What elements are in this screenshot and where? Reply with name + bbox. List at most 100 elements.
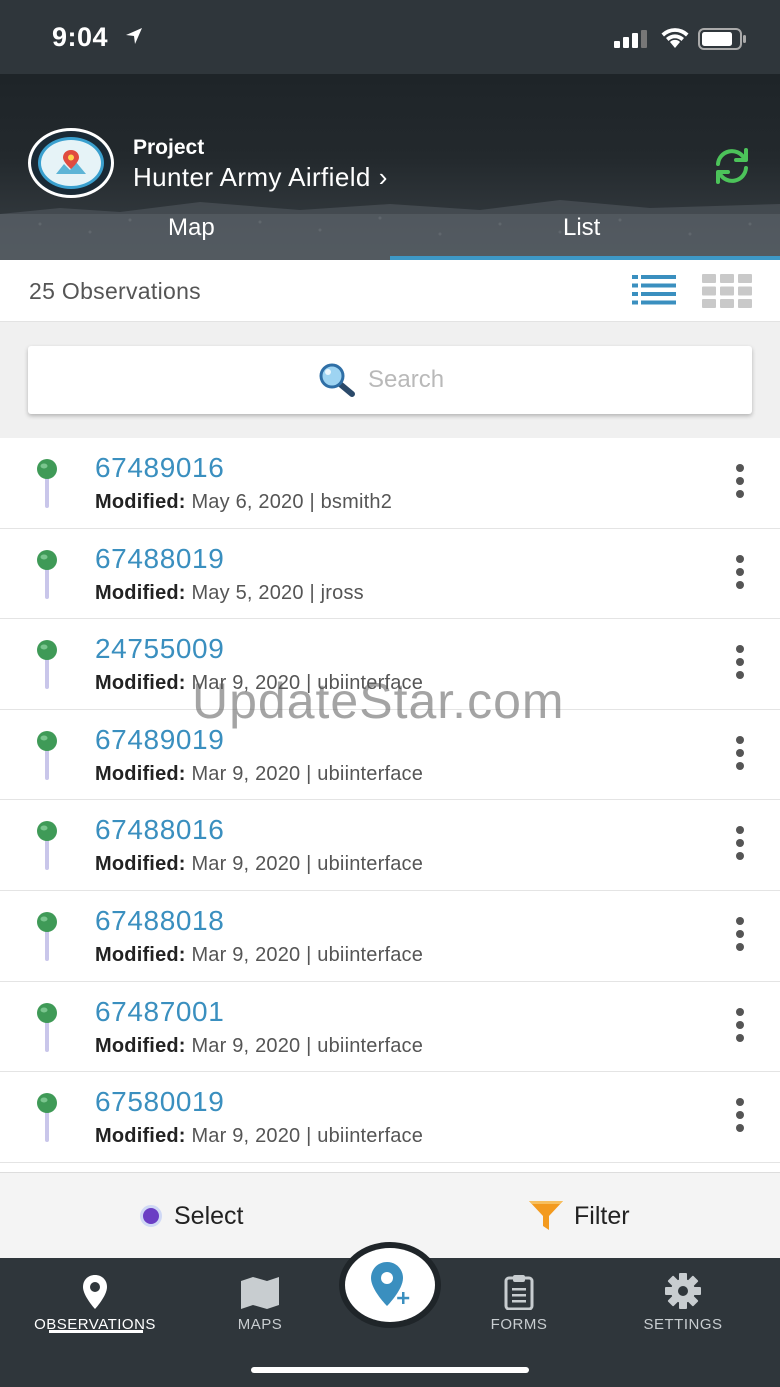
more-options-button[interactable] — [726, 1098, 754, 1138]
select-button[interactable]: Select — [140, 1199, 243, 1233]
modified-value: May 6, 2020 | bsmith2 — [191, 491, 393, 513]
observation-id[interactable]: 67487001 — [95, 996, 224, 1028]
project-selector[interactable]: Hunter Army Airfield › — [133, 162, 388, 193]
more-vertical-icon — [736, 645, 744, 654]
status-time: 9:04 — [52, 22, 109, 52]
filter-button[interactable]: Filter — [528, 1197, 630, 1235]
observation-id[interactable]: 67488019 — [95, 543, 224, 575]
search-input[interactable] — [368, 358, 728, 402]
observation-id[interactable]: 67488016 — [95, 814, 224, 846]
wifi-icon — [661, 28, 689, 48]
modified-label: Modified: — [95, 943, 186, 966]
tab-map[interactable]: Map — [0, 214, 390, 256]
more-options-button[interactable] — [726, 826, 754, 866]
observation-row[interactable]: 67487001 Modified: Mar 9, 2020 | ubiinte… — [0, 981, 780, 1073]
clipboard-icon — [504, 1275, 534, 1310]
cellular-signal-icon — [614, 30, 647, 48]
observation-modified: Modified: May 5, 2020 | jross — [95, 582, 364, 605]
map-pin-icon — [37, 1093, 57, 1143]
nav-maps-label: MAPS — [237, 1316, 283, 1333]
observation-row[interactable]: 67489019 Modified: Mar 9, 2020 | ubiinte… — [0, 709, 780, 801]
observation-id[interactable]: 24755009 — [95, 633, 224, 665]
modified-label: Modified: — [95, 853, 186, 876]
more-vertical-icon — [736, 735, 744, 744]
more-options-button[interactable] — [726, 1007, 754, 1048]
funnel-icon — [529, 1201, 563, 1230]
filter-label: Filter — [574, 1201, 630, 1230]
nav-settings[interactable]: SETTINGS — [608, 1266, 758, 1333]
observation-modified: Modified: Mar 9, 2020 | ubiinterface — [95, 1125, 423, 1148]
map-pin-icon — [37, 730, 57, 780]
folded-map-icon — [241, 1277, 279, 1309]
observation-id[interactable]: 67488018 — [95, 905, 224, 937]
modified-value: Mar 9, 2020 | ubiinterface — [191, 943, 424, 966]
search-area — [0, 322, 780, 438]
more-options-button[interactable] — [726, 554, 754, 595]
more-vertical-icon — [736, 916, 744, 925]
select-label: Select — [174, 1201, 244, 1230]
map-pin-icon — [37, 640, 57, 690]
modified-label: Modified: — [95, 1125, 186, 1148]
more-vertical-icon — [736, 1098, 744, 1107]
observation-modified: Modified: Mar 9, 2020 | ubiinterface — [95, 944, 423, 967]
project-header: Project Hunter Army Airfield › Map List — [0, 74, 780, 260]
status-bar: 9:04 — [0, 0, 780, 74]
modified-value: Mar 9, 2020 | ubiinterface — [191, 853, 424, 876]
modified-value: Mar 9, 2020 | ubiinterface — [191, 762, 424, 785]
add-location-icon — [371, 1262, 410, 1306]
nav-settings-label: SETTINGS — [643, 1316, 723, 1333]
more-options-button[interactable] — [726, 464, 754, 504]
observation-row[interactable]: 67488016 Modified: Mar 9, 2020 | ubiinte… — [0, 800, 780, 891]
project-name: Hunter Army Airfield — [133, 162, 371, 192]
active-nav-indicator — [49, 1330, 143, 1333]
observation-row[interactable]: 24755009 Modified: Mar 9, 2020 | ubiinte… — [0, 619, 780, 710]
map-marker-icon — [83, 1275, 107, 1309]
observation-modified: Modified: Mar 9, 2020 | ubiinterface — [95, 1035, 423, 1058]
search-icon — [319, 363, 355, 397]
sync-icon[interactable] — [710, 146, 754, 186]
observation-row[interactable]: 67488019 Modified: May 5, 2020 | jross — [0, 528, 780, 620]
more-vertical-icon — [736, 826, 744, 835]
nav-forms-label: FORMS — [490, 1316, 548, 1333]
map-pin-logo-icon — [56, 150, 86, 174]
battery-icon — [698, 28, 746, 50]
tab-list-label: List — [563, 214, 601, 241]
search-box[interactable] — [28, 346, 752, 414]
observation-row[interactable]: 67580019 Modified: Mar 9, 2020 | ubiinte… — [0, 1072, 780, 1163]
modified-value: May 5, 2020 | jross — [191, 581, 364, 604]
nav-maps[interactable]: MAPS — [185, 1266, 335, 1333]
list-toolbar: 25 Observations — [0, 260, 780, 322]
more-vertical-icon — [736, 554, 744, 563]
modified-label: Modified: — [95, 762, 186, 785]
observation-modified: Modified: Mar 9, 2020 | ubiinterface — [95, 672, 423, 695]
nav-forms[interactable]: FORMS — [444, 1266, 594, 1333]
map-pin-icon — [37, 821, 57, 871]
map-pin-icon — [37, 1002, 57, 1052]
observation-count: 25 Observations — [29, 278, 201, 304]
list-view-icon[interactable] — [632, 274, 676, 308]
observation-row[interactable]: 67488018 Modified: Mar 9, 2020 | ubiinte… — [0, 890, 780, 982]
project-logo[interactable] — [28, 128, 114, 198]
observation-id[interactable]: 67580019 — [95, 1086, 224, 1118]
modified-value: Mar 9, 2020 | ubiinterface — [191, 672, 424, 695]
location-arrow-icon — [126, 28, 142, 44]
modified-label: Modified: — [95, 672, 186, 695]
more-options-button[interactable] — [726, 645, 754, 685]
map-pin-icon — [37, 459, 57, 508]
observation-id[interactable]: 67489019 — [95, 724, 224, 756]
more-options-button[interactable] — [726, 735, 754, 776]
observation-modified: Modified: Mar 9, 2020 | ubiinterface — [95, 853, 423, 876]
modified-value: Mar 9, 2020 | ubiinterface — [191, 1125, 424, 1148]
home-indicator — [251, 1367, 529, 1373]
chevron-right-icon: › — [378, 162, 388, 192]
more-vertical-icon — [736, 1007, 744, 1016]
nav-observations[interactable]: OBSERVATIONS — [20, 1266, 170, 1333]
tab-map-label: Map — [168, 214, 215, 241]
grid-view-icon[interactable] — [702, 274, 752, 308]
add-observation-button[interactable] — [339, 1242, 441, 1328]
observation-row[interactable]: 67489016 Modified: May 6, 2020 | bsmith2 — [0, 438, 780, 529]
tab-list[interactable]: List — [390, 214, 780, 256]
more-vertical-icon — [736, 464, 744, 472]
observation-id[interactable]: 67489016 — [95, 452, 224, 484]
more-options-button[interactable] — [726, 916, 754, 957]
